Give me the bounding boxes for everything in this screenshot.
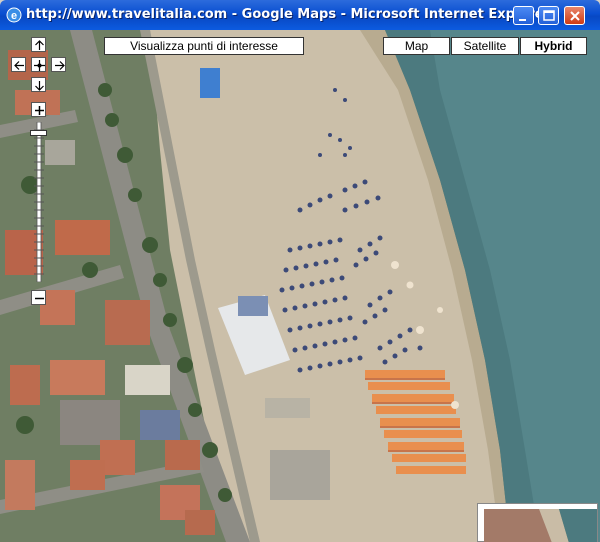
minimize-button[interactable] xyxy=(513,6,534,25)
overview-map-image xyxy=(484,509,597,542)
pan-down-button[interactable] xyxy=(31,77,46,92)
close-icon xyxy=(570,11,580,21)
poi-toggle-button[interactable]: Visualizza punti di interesse xyxy=(104,37,304,55)
zoom-out-button[interactable] xyxy=(31,290,46,305)
overview-map[interactable] xyxy=(477,503,598,542)
satellite-map[interactable]: Visualizza punti di interesse Map Satell… xyxy=(0,30,600,542)
zoom-slider-track[interactable] xyxy=(29,122,49,282)
internet-explorer-icon: e xyxy=(6,7,22,23)
arrow-right-icon xyxy=(55,61,65,70)
window-titlebar[interactable]: e http://www.travelitalia.com - Google M… xyxy=(0,0,600,30)
arrow-up-icon xyxy=(35,40,44,50)
minimize-icon xyxy=(519,19,526,21)
pan-left-button[interactable] xyxy=(11,57,26,72)
map-type-map-button[interactable]: Map xyxy=(383,37,450,55)
arrow-left-icon xyxy=(14,61,24,70)
window-title: http://www.travelitalia.com - Google Map… xyxy=(26,7,550,22)
zoom-in-button[interactable] xyxy=(31,102,46,117)
pan-right-button[interactable] xyxy=(51,57,66,72)
pan-up-button[interactable] xyxy=(31,37,46,52)
map-type-hybrid-button[interactable]: Hybrid xyxy=(520,37,587,55)
zoom-slider-thumb[interactable] xyxy=(30,129,47,136)
arrow-down-icon xyxy=(35,81,44,91)
svg-text:e: e xyxy=(11,10,17,22)
satellite-imagery xyxy=(0,30,600,542)
pan-center-button[interactable] xyxy=(31,57,46,72)
map-type-switcher: Map Satellite Hybrid xyxy=(383,37,588,55)
close-button[interactable] xyxy=(564,6,585,25)
maximize-icon xyxy=(543,10,555,21)
center-icon xyxy=(34,60,45,71)
minus-icon xyxy=(35,297,44,300)
plus-icon xyxy=(35,106,44,115)
map-type-satellite-button[interactable]: Satellite xyxy=(451,37,519,55)
maximize-button[interactable] xyxy=(538,6,559,25)
